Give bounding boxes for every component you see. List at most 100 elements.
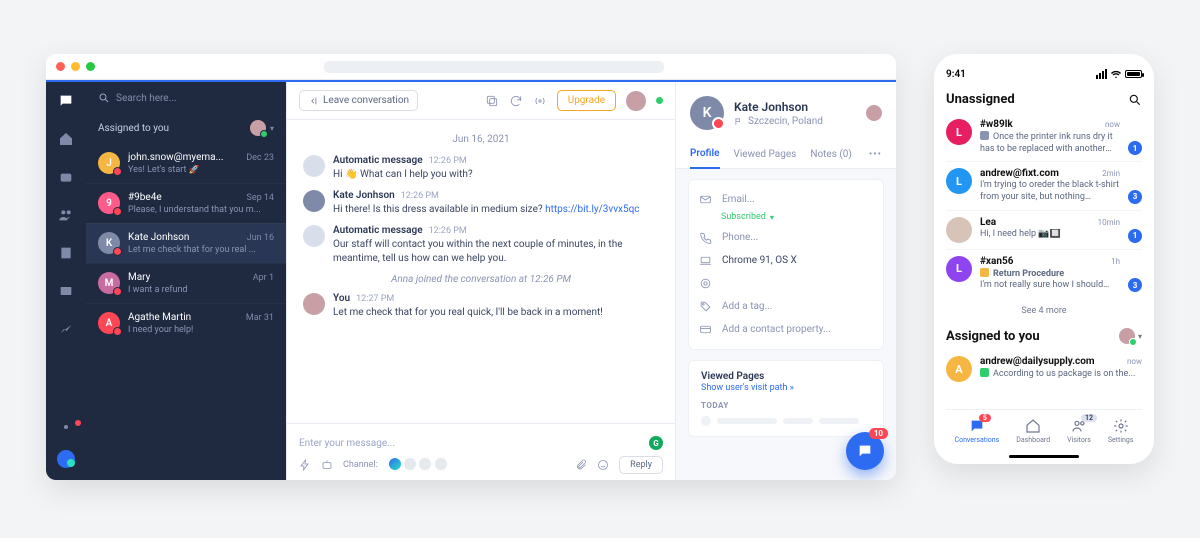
conversation-preview: Yes! Let's start 🚀 — [128, 165, 274, 175]
mobile-avatar — [946, 217, 972, 243]
tab-viewed-pages[interactable]: Viewed Pages — [734, 141, 797, 168]
message-text: Let me check that for you real quick, I'… — [333, 306, 659, 320]
copy-icon[interactable] — [485, 94, 499, 108]
see-more-button[interactable]: See 4 more — [946, 298, 1142, 324]
target-row[interactable] — [699, 272, 873, 295]
composer-input[interactable]: Enter your message... G — [299, 430, 663, 456]
contact-avatar: K — [690, 96, 724, 130]
tab-notes[interactable]: Notes (0) — [810, 141, 852, 168]
mobile-unread-badge: 3 — [1128, 190, 1142, 204]
assigned-title-mobile: Assigned to you — [946, 329, 1040, 344]
mobile-mockup: 9:41 Unassigned L #w89lknow Once the pri… — [934, 54, 1154, 464]
chat-header: Leave conversation Upgrade — [287, 82, 675, 120]
conversation-item[interactable]: A Agathe MartinMar 31 I need your help! — [86, 303, 286, 343]
tab-label: Conversations — [955, 436, 1000, 444]
property-row[interactable]: Add a contact property... — [699, 318, 873, 341]
rail-knowledge[interactable] — [57, 244, 75, 262]
conversation-item[interactable]: J john.snow@myema...Dec 23 Yes! Let's st… — [86, 144, 286, 183]
message-author: Automatic message — [333, 155, 423, 166]
mobile-conv-time: 1h — [1111, 257, 1120, 266]
agent-avatar[interactable] — [626, 91, 646, 111]
profile-header: K Kate Jonhson Szczecin, Poland — [676, 82, 896, 140]
tab-visitors[interactable]: 12 Visitors — [1067, 418, 1091, 444]
traffic-light-max[interactable] — [86, 62, 95, 71]
conversation-item[interactable]: 9 #9be4eSep 14 Please, I understand that… — [86, 183, 286, 223]
email-row[interactable]: Email... — [699, 188, 873, 211]
phone-row[interactable]: Phone... — [699, 226, 873, 249]
chat-scroll[interactable]: Jun 16, 2021 Automatic message12:26 PM H… — [287, 120, 675, 423]
address-bar[interactable] — [324, 61, 664, 73]
mobile-conversation-item[interactable]: A andrew@dailysupply.comnow According to… — [946, 350, 1142, 388]
lightning-icon[interactable] — [299, 459, 311, 471]
home-icon — [1025, 418, 1041, 434]
conversation-date: Apr 1 — [253, 273, 274, 283]
visit-path-link[interactable]: Show user's visit path » — [701, 383, 794, 393]
rail-app-logo[interactable] — [57, 450, 75, 468]
subscribed-pill[interactable]: Subscribed — [721, 212, 774, 222]
assigned-agent-avatar[interactable] — [866, 105, 882, 121]
mobile-conv-time: now — [1127, 357, 1142, 366]
rail-settings[interactable] — [57, 418, 75, 436]
target-icon — [699, 277, 712, 290]
tab-badge: 12 — [1081, 414, 1097, 422]
viewed-pages-title: Viewed Pages — [701, 371, 871, 382]
mobile-conv-preview: I'm trying to oreder the black t-shirt f… — [980, 180, 1120, 203]
mobile-conv-preview: Hi, I need help 📷🔲 — [980, 229, 1120, 241]
refresh-icon[interactable] — [509, 94, 523, 108]
mobile-conversation-item[interactable]: Lea10min Hi, I need help 📷🔲 1 — [946, 211, 1142, 250]
nav-rail — [46, 82, 86, 480]
mobile-conv-name: Lea — [980, 217, 996, 228]
emoji-icon[interactable] — [597, 459, 609, 471]
search-icon — [98, 92, 110, 104]
broadcast-icon[interactable] — [533, 94, 547, 108]
flag-icon — [734, 117, 743, 126]
traffic-light-min[interactable] — [71, 62, 80, 71]
tag-row[interactable]: Add a tag... — [699, 295, 873, 318]
mobile-conversation-item[interactable]: L andrew@fixt.com2min I'm trying to ored… — [946, 162, 1142, 210]
bot-reply-icon[interactable] — [321, 459, 333, 471]
upgrade-button[interactable]: Upgrade — [557, 90, 616, 111]
profile-panel: K Kate Jonhson Szczecin, Poland Profile … — [676, 82, 896, 480]
leave-conversation-button[interactable]: Leave conversation — [299, 90, 418, 111]
tab-profile[interactable]: Profile — [690, 140, 720, 169]
status-time: 9:41 — [946, 69, 966, 80]
chevron-down-icon: ▾ — [270, 124, 274, 133]
rail-conversations[interactable] — [57, 92, 75, 110]
conversation-avatar: K — [98, 232, 120, 254]
tab-more-icon[interactable]: ••• — [869, 149, 882, 160]
mobile-avatar: L — [946, 168, 972, 194]
channel-icons[interactable] — [388, 458, 447, 473]
conversation-item[interactable]: M MaryApr 1 I want a refund — [86, 263, 286, 303]
grammarly-icon[interactable]: G — [649, 436, 663, 450]
rail-contacts[interactable] — [57, 206, 75, 224]
mobile-conversation-item[interactable]: L #w89lknow Once the printer ink runs dr… — [946, 113, 1142, 162]
chat-fab[interactable]: 10 — [846, 432, 884, 470]
message-author: Automatic message — [333, 225, 423, 236]
mobile-conv-preview: Once the printer ink runs dry it has to … — [980, 131, 1120, 155]
tab-dashboard[interactable]: Dashboard — [1016, 418, 1050, 444]
tab-settings[interactable]: Settings — [1108, 418, 1134, 444]
date-separator: Jun 16, 2021 — [303, 134, 659, 145]
reply-button[interactable]: Reply — [619, 456, 663, 474]
assigned-header[interactable]: Assigned to you ▾ — [86, 114, 286, 144]
message-link[interactable]: https://bit.ly/3vvx5qc — [545, 204, 639, 215]
attach-icon[interactable] — [575, 459, 587, 471]
tab-conversations[interactable]: 5 Conversations — [955, 418, 1000, 444]
message-avatar — [303, 225, 325, 247]
mobile-unread-badge: 1 — [1128, 229, 1142, 243]
phone-icon — [699, 231, 712, 244]
rail-campaigns[interactable] — [57, 282, 75, 300]
conversation-item[interactable]: K Kate JonhsonJun 16 Let me check that f… — [86, 223, 286, 263]
message-author: You — [333, 293, 350, 304]
traffic-light-close[interactable] — [56, 62, 65, 71]
message-time: 12:26 PM — [401, 191, 439, 201]
search-icon[interactable] — [1128, 93, 1142, 107]
rail-analytics[interactable] — [57, 320, 75, 338]
rail-home[interactable] — [57, 130, 75, 148]
search-input[interactable]: Search here... — [86, 82, 286, 114]
rail-bot[interactable] — [57, 168, 75, 186]
agent-avatar-mobile[interactable] — [1119, 328, 1135, 344]
mobile-conversation-item[interactable]: L #xan561h Return ProcedureI'm not reall… — [946, 250, 1142, 298]
gear-icon — [1113, 418, 1129, 434]
chat-icon — [857, 443, 873, 459]
